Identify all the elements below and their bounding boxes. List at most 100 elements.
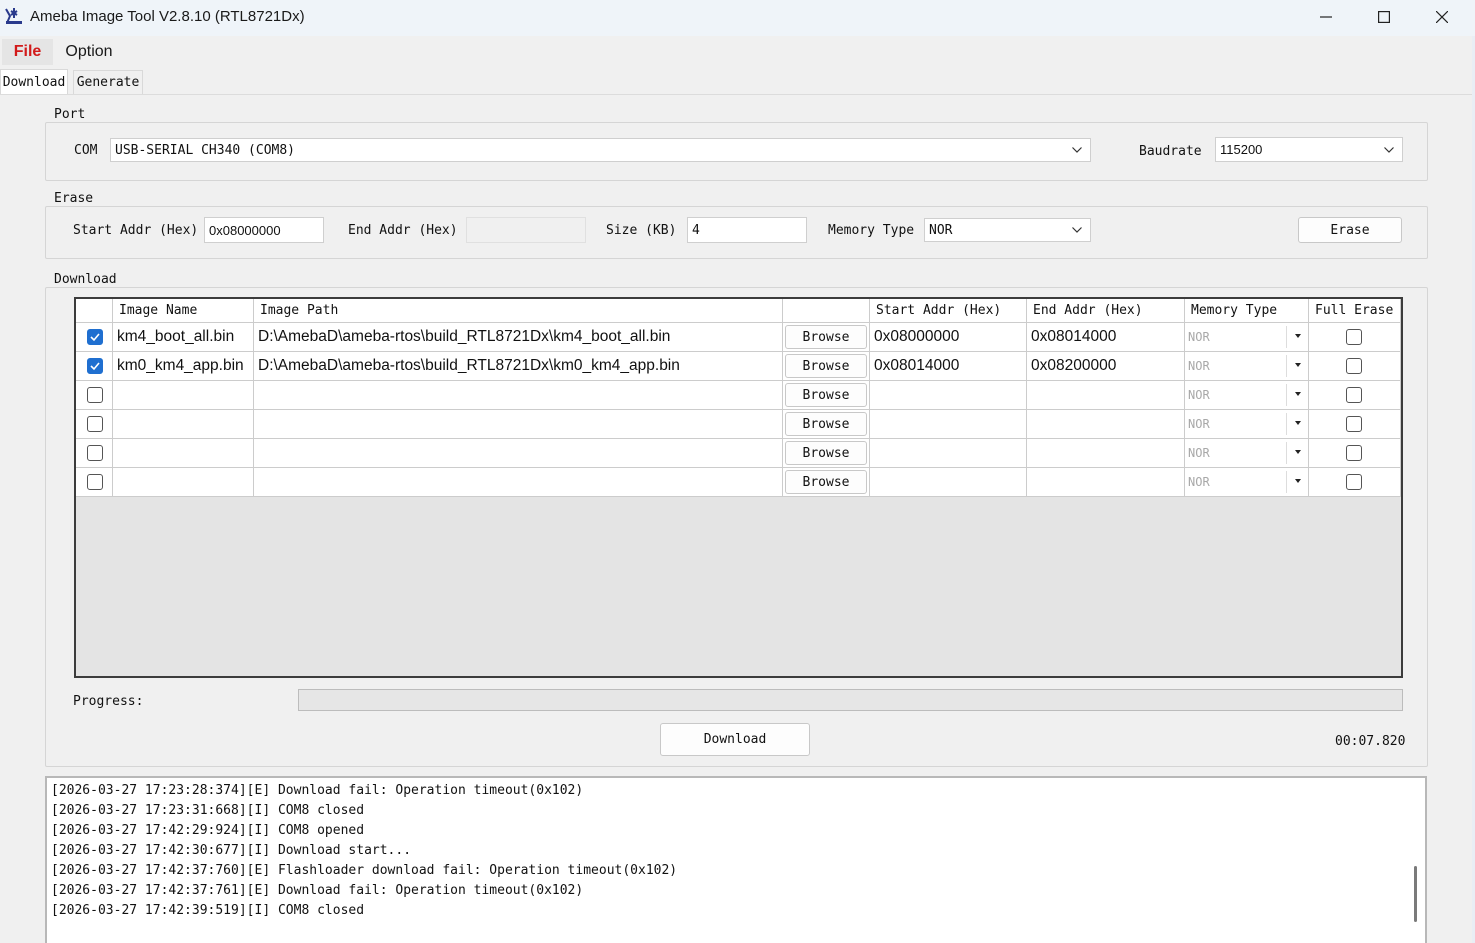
image-path-cell[interactable] [254, 439, 783, 468]
start-addr-cell[interactable] [870, 468, 1027, 497]
dropdown-arrow-icon[interactable] [1295, 421, 1301, 425]
table-row-select [76, 439, 113, 468]
image-name-cell[interactable] [113, 439, 254, 468]
browse-button[interactable]: Browse [785, 441, 867, 465]
close-button[interactable] [1413, 0, 1471, 34]
browse-button[interactable]: Browse [785, 412, 867, 436]
full-erase-checkbox[interactable] [1346, 358, 1362, 374]
header-start-addr: Start Addr (Hex) [870, 299, 1027, 323]
start-addr-cell[interactable] [870, 410, 1027, 439]
erase-size-input[interactable]: 4 [687, 217, 807, 243]
menu-file[interactable]: File [2, 39, 53, 65]
table-row-select [76, 381, 113, 410]
dropdown-arrow-icon[interactable] [1295, 479, 1301, 483]
com-select[interactable]: USB-SERIAL CH340 (COM8) [110, 138, 1091, 162]
row-checkbox[interactable] [87, 387, 103, 403]
row-checkbox[interactable] [87, 358, 103, 374]
erase-end-input[interactable] [466, 217, 586, 243]
download-group-title: Download [52, 272, 119, 287]
dropdown-arrow-icon[interactable] [1295, 450, 1301, 454]
memory-type-cell[interactable]: NOR [1185, 468, 1309, 497]
menu-bar [0, 36, 1475, 68]
full-erase-cell [1309, 439, 1401, 468]
full-erase-checkbox[interactable] [1346, 387, 1362, 403]
dropdown-arrow-icon[interactable] [1295, 363, 1301, 367]
browse-cell: Browse [783, 352, 870, 381]
memory-type-cell[interactable]: NOR [1185, 439, 1309, 468]
log-output[interactable]: [2026-03-27 17:23:28:374][E] Download fa… [45, 776, 1427, 943]
image-name-cell[interactable] [113, 468, 254, 497]
log-scrollbar[interactable] [1414, 866, 1417, 922]
image-path-cell[interactable] [254, 468, 783, 497]
memory-type-cell[interactable]: NOR [1185, 352, 1309, 381]
start-addr-cell[interactable] [870, 439, 1027, 468]
erase-button[interactable]: Erase [1298, 217, 1402, 243]
browse-button[interactable]: Browse [785, 354, 867, 378]
minimize-button[interactable] [1297, 0, 1355, 34]
image-name-cell[interactable]: km0_km4_app.bin [113, 352, 254, 381]
checkmark-icon [90, 333, 100, 342]
tab-download[interactable]: Download [0, 69, 68, 94]
full-erase-checkbox[interactable] [1346, 445, 1362, 461]
erase-memory-label: Memory Type [828, 223, 915, 238]
baudrate-select[interactable]: 115200 [1215, 137, 1403, 162]
log-line: [2026-03-27 17:42:39:519][I] COM8 closed [51, 903, 365, 918]
image-path-cell[interactable] [254, 410, 783, 439]
erase-memory-select[interactable]: NOR [924, 218, 1091, 242]
image-path-cell[interactable] [254, 381, 783, 410]
dropdown-arrow-icon[interactable] [1295, 334, 1301, 338]
full-erase-checkbox[interactable] [1346, 416, 1362, 432]
log-line: [2026-03-27 17:23:28:374][E] Download fa… [51, 783, 584, 798]
dropdown-arrow-icon[interactable] [1295, 392, 1301, 396]
image-name-cell[interactable] [113, 381, 254, 410]
end-addr-cell[interactable]: 0x08014000 [1027, 323, 1185, 352]
menu-option[interactable]: Option [56, 39, 122, 65]
maximize-icon [1378, 11, 1390, 23]
download-button[interactable]: Download [660, 723, 810, 756]
end-addr-cell[interactable] [1027, 381, 1185, 410]
port-group-title: Port [52, 107, 88, 122]
header-image-path: Image Path [254, 299, 783, 323]
image-path-cell[interactable]: D:\AmebaD\ameba-rtos\build_RTL8721Dx\km0… [254, 352, 783, 381]
row-checkbox[interactable] [87, 445, 103, 461]
log-line: [2026-03-27 17:42:37:761][E] Download fa… [51, 883, 584, 898]
memory-type-value: NOR [1188, 417, 1210, 431]
header-full-erase: Full Erase [1309, 299, 1401, 323]
full-erase-checkbox[interactable] [1346, 329, 1362, 345]
tab-generate[interactable]: Generate [73, 70, 143, 94]
end-addr-cell[interactable] [1027, 468, 1185, 497]
dropdown-divider [1286, 355, 1287, 377]
erase-start-input[interactable]: 0x08000000 [204, 217, 324, 243]
full-erase-checkbox[interactable] [1346, 474, 1362, 490]
row-checkbox[interactable] [87, 474, 103, 490]
browse-button[interactable]: Browse [785, 383, 867, 407]
erase-size-value: 4 [692, 222, 700, 238]
image-name-cell[interactable]: km4_boot_all.bin [113, 323, 254, 352]
memory-type-value: NOR [1188, 475, 1210, 489]
image-path-cell[interactable]: D:\AmebaD\ameba-rtos\build_RTL8721Dx\km4… [254, 323, 783, 352]
row-checkbox[interactable] [87, 329, 103, 345]
log-line: [2026-03-27 17:42:29:924][I] COM8 opened [51, 823, 365, 838]
header-select [76, 299, 113, 323]
header-image-name: Image Name [113, 299, 254, 323]
start-addr-cell[interactable]: 0x08000000 [870, 323, 1027, 352]
memory-type-cell[interactable]: NOR [1185, 323, 1309, 352]
chevron-down-icon [1384, 146, 1394, 153]
browse-button[interactable]: Browse [785, 325, 867, 349]
erase-group-title: Erase [52, 191, 96, 206]
memory-type-cell[interactable]: NOR [1185, 410, 1309, 439]
image-name-cell[interactable] [113, 410, 254, 439]
end-addr-cell[interactable]: 0x08200000 [1027, 352, 1185, 381]
maximize-button[interactable] [1355, 0, 1413, 34]
browse-button[interactable]: Browse [785, 470, 867, 494]
baudrate-label: Baudrate [1139, 144, 1202, 159]
end-addr-cell[interactable] [1027, 439, 1185, 468]
start-addr-cell[interactable]: 0x08014000 [870, 352, 1027, 381]
memory-type-value: NOR [1188, 359, 1210, 373]
row-checkbox[interactable] [87, 416, 103, 432]
end-addr-cell[interactable] [1027, 410, 1185, 439]
memory-type-cell[interactable]: NOR [1185, 381, 1309, 410]
start-addr-cell[interactable] [870, 381, 1027, 410]
browse-cell: Browse [783, 439, 870, 468]
dropdown-divider [1286, 471, 1287, 493]
